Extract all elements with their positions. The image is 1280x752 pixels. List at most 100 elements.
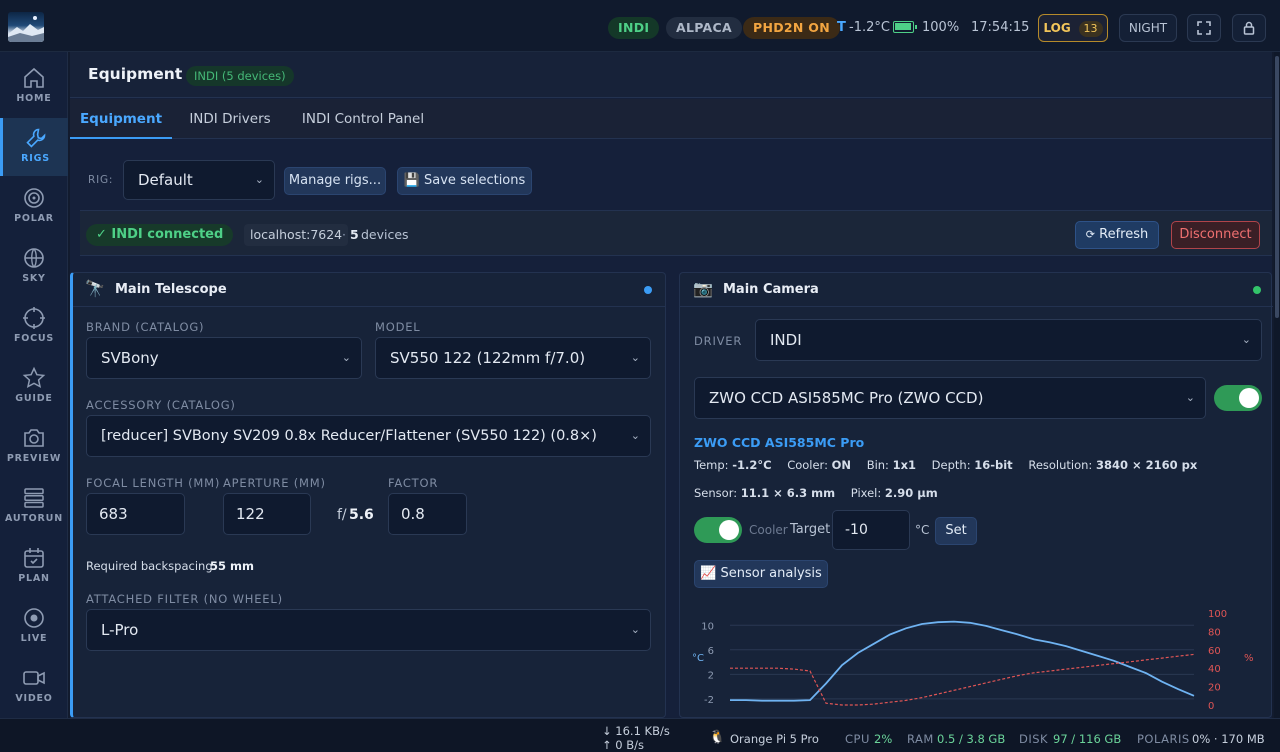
status-bar: ↓ 16.1 KB/s ↑ 0 B/s 🐧 Orange Pi 5 Pro CP… <box>0 718 1280 752</box>
refresh-icon: ⟳ <box>1085 228 1095 241</box>
night-mode-button[interactable]: NIGHT <box>1119 14 1177 42</box>
refresh-label: Refresh <box>1099 227 1149 242</box>
sidebar-item-autorun[interactable]: AUTORUN <box>0 478 68 536</box>
driver-label: DRIVER <box>694 334 743 348</box>
refresh-button[interactable]: ⟳ Refresh <box>1075 221 1159 249</box>
phd2-status-pill[interactable]: PHD2N ON <box>743 17 840 39</box>
device-count-label: devices <box>361 227 409 242</box>
pixel-label: Pixel: <box>850 486 882 500</box>
top-bar: INDI ALPACA PHD2N ON T -1.2°C 100% 17:54… <box>0 0 1280 52</box>
bin-value: 1x1 <box>892 458 917 472</box>
resolution-label: Resolution: <box>1028 458 1093 472</box>
focal-length-input[interactable]: 683 <box>86 493 185 535</box>
y2-tick-label: 80 <box>1208 627 1221 638</box>
sidebar-item-live[interactable]: LIVE <box>0 598 68 656</box>
tab-indi-control-panel[interactable]: INDI Control Panel <box>288 99 438 139</box>
sidebar-item-label: HOME <box>16 93 52 104</box>
status-dot <box>644 286 652 294</box>
y-tick-label: 6 <box>708 646 714 657</box>
device-connect-toggle[interactable] <box>1214 385 1262 411</box>
disconnect-button[interactable]: Disconnect <box>1171 221 1260 249</box>
upload-rate: ↑ 0 B/s <box>602 738 645 752</box>
focal-ratio-prefix: f/ <box>337 507 347 523</box>
filter-label: ATTACHED FILTER (NO WHEEL) <box>86 592 283 606</box>
save-selections-button[interactable]: 💾 Save selections <box>397 167 532 195</box>
battery-icon <box>893 21 917 33</box>
tab-indi-drivers[interactable]: INDI Drivers <box>178 99 282 139</box>
app-logo[interactable] <box>8 12 44 42</box>
y-tick-label: -2 <box>704 695 714 706</box>
y2-tick-label: 40 <box>1208 664 1221 675</box>
focus-icon <box>23 307 45 329</box>
filter-select[interactable]: L-Pro ⌄ <box>86 609 651 651</box>
sidebar-item-preview[interactable]: PREVIEW <box>0 418 68 476</box>
host-name: Orange Pi 5 Pro <box>730 732 819 746</box>
polaris-value: 0% · 170 MB <box>1192 732 1265 746</box>
device-count: 5 <box>350 227 359 242</box>
sidebar-item-plan[interactable]: PLAN <box>0 538 68 596</box>
separator: · <box>342 227 346 242</box>
lock-button[interactable] <box>1232 14 1266 42</box>
camera-name: ZWO CCD ASI585MC Pro <box>694 435 865 450</box>
y2-tick-label: 60 <box>1208 646 1221 657</box>
fullscreen-button[interactable] <box>1187 14 1221 42</box>
brand-select[interactable]: SVBony ⌄ <box>86 337 362 379</box>
alpaca-status-pill[interactable]: ALPACA <box>666 17 742 39</box>
aperture-label: APERTURE (MM) <box>223 476 326 490</box>
chevron-down-icon: ⌄ <box>341 351 351 364</box>
indi-status-pill[interactable]: INDI <box>608 17 660 39</box>
chevron-down-icon: ⌄ <box>254 173 264 186</box>
wrench-icon <box>25 128 45 148</box>
sidebar-item-focus[interactable]: FOCUS <box>0 298 68 356</box>
temperature-value: -1.2°C <box>849 20 890 35</box>
rig-select[interactable]: Default ⌄ <box>123 160 275 200</box>
target-temp-input[interactable]: -10 <box>832 510 910 550</box>
set-temp-button[interactable]: Set <box>935 517 977 545</box>
log-button[interactable]: LOG 13 <box>1038 14 1108 42</box>
sidebar-item-label: VIDEO <box>15 693 53 704</box>
star-icon <box>22 366 46 389</box>
aperture-input[interactable]: 122 <box>223 493 311 535</box>
accessory-select[interactable]: [reducer] SVBony SV209 0.8x Reducer/Flat… <box>86 415 651 457</box>
device-select[interactable]: ZWO CCD ASI585MC Pro (ZWO CCD) ⌄ <box>694 377 1206 419</box>
video-icon <box>23 671 45 685</box>
sidebar-item-guide[interactable]: GUIDE <box>0 358 68 416</box>
y-axis-label: °C <box>692 653 704 664</box>
pixel-value: 2.90 µm <box>884 486 938 500</box>
sidebar-item-label: AUTORUN <box>5 513 63 524</box>
sidebar-item-polar[interactable]: POLAR <box>0 178 68 236</box>
sidebar-item-video[interactable]: VIDEO <box>0 658 68 716</box>
scrollbar-thumb[interactable] <box>1275 56 1279 318</box>
sidebar-item-label: SKY <box>22 273 46 284</box>
sidebar-item-label: RIGS <box>21 153 50 164</box>
sensor-label: Sensor: <box>694 486 738 500</box>
camera-info-line2: Sensor: 11.1 × 6.3 mm Pixel: 2.90 µm <box>694 486 938 500</box>
sidebar-item-home[interactable]: HOME <box>0 58 68 116</box>
polaris-label: POLARIS <box>1137 732 1190 746</box>
depth-label: Depth: <box>931 458 971 472</box>
factor-input[interactable]: 0.8 <box>388 493 467 535</box>
temperature-label: T <box>837 20 846 35</box>
sidebar-item-rigs[interactable]: RIGS <box>0 118 68 176</box>
filter-select-value: L-Pro <box>101 621 139 639</box>
model-select[interactable]: SV550 122 (122mm f/7.0) ⌄ <box>375 337 651 379</box>
manage-rigs-button[interactable]: Manage rigs... <box>284 167 386 195</box>
globe-icon <box>24 248 44 268</box>
panel-title: Main Telescope <box>115 282 227 297</box>
sidebar-item-label: LIVE <box>20 633 48 644</box>
cooler-value: ON <box>831 458 852 472</box>
cooler-toggle-label: Cooler <box>749 523 788 537</box>
device-select-value: ZWO CCD ASI585MC Pro (ZWO CCD) <box>709 389 984 407</box>
cooler-toggle[interactable] <box>694 517 742 543</box>
sensor-value: 11.1 × 6.3 mm <box>740 486 836 500</box>
driver-select[interactable]: INDI ⌄ <box>755 319 1262 361</box>
ram-label: RAM <box>907 732 934 746</box>
driver-select-value: INDI <box>770 331 802 349</box>
sidebar-item-sky[interactable]: SKY <box>0 238 68 296</box>
y2-tick-label: 100 <box>1208 609 1227 620</box>
model-select-value: SV550 122 (122mm f/7.0) <box>390 349 586 367</box>
brand-select-value: SVBony <box>101 349 159 367</box>
tab-equipment[interactable]: Equipment <box>70 99 172 139</box>
ram-value: 0.5 / 3.8 GB <box>937 732 1006 746</box>
sensor-analysis-button[interactable]: 📈 Sensor analysis <box>694 560 828 588</box>
